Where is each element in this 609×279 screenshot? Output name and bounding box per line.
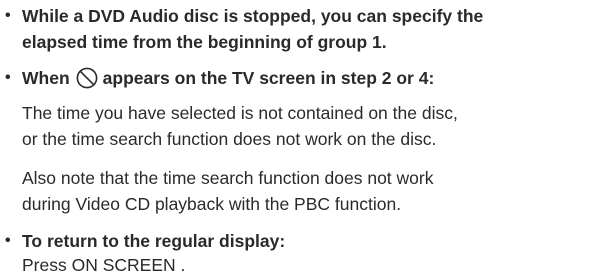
bullet: •: [5, 7, 11, 24]
note-body-line: The time you have selected is not contai…: [22, 103, 458, 123]
note-heading: To return to the regular display:: [22, 231, 286, 251]
prohibited-icon: [76, 67, 98, 89]
note-heading-pre: When: [22, 68, 70, 88]
manual-notes: • While a DVD Audio disc is stopped, you…: [0, 0, 609, 279]
note-body-line: or the time search function does not wor…: [22, 129, 437, 149]
note-body-line: Also note that the time search function …: [22, 168, 434, 188]
note-heading: When appears on the TV screen in step 2 o…: [22, 65, 608, 91]
note-heading-post: appears on the TV screen in step 2 or 4:: [102, 68, 435, 88]
note-heading-line: elapsed time from the beginning of group…: [22, 32, 387, 52]
note-body-line: Press ON SCREEN .: [22, 255, 186, 275]
bullet: •: [5, 232, 11, 249]
note-body-line: during Video CD playback with the PBC fu…: [22, 194, 402, 214]
note-heading-line: While a DVD Audio disc is stopped, you c…: [22, 6, 484, 26]
bullet: •: [5, 69, 11, 86]
